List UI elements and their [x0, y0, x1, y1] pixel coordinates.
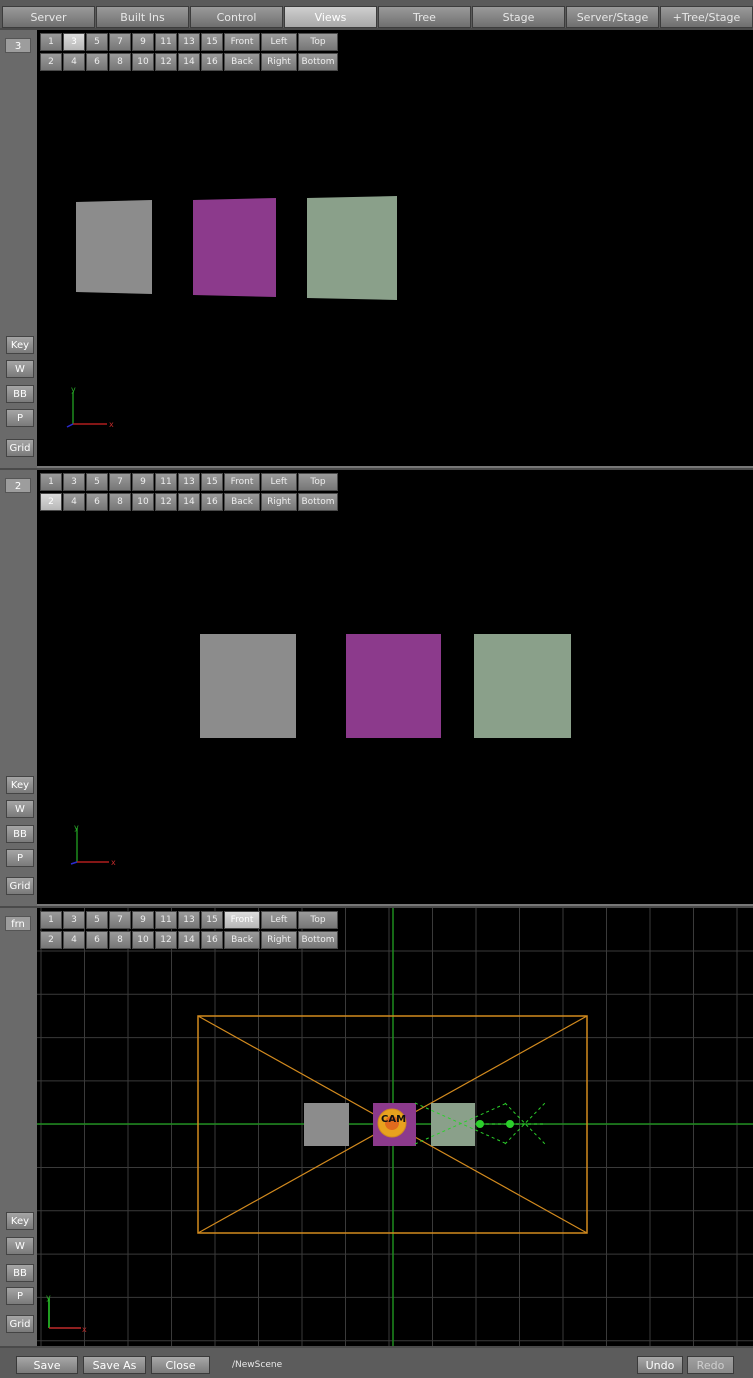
x-axis-label: x — [109, 420, 114, 429]
viewport-panel-1: 3 Key W BB P Grid 1 3 5 7 9 11 13 15 Front Left To… — [0, 30, 753, 468]
green-plane — [307, 196, 397, 300]
view-button[interactable]: Front — [224, 911, 260, 929]
y-axis-label: y — [46, 1293, 51, 1302]
bb-button[interactable]: BB — [6, 825, 34, 843]
view-button[interactable]: Back — [224, 931, 260, 949]
save-as-button[interactable]: Save As — [83, 1356, 146, 1374]
key-button[interactable]: Key — [6, 336, 34, 354]
footer-bar: Save Save As Close /NewScene Undo Redo — [0, 1348, 753, 1378]
save-button[interactable]: Save — [16, 1356, 78, 1374]
viewport-3-canvas[interactable]: CAM y x 1 3 5 7 9 11 13 15 Front Left Top 2 4 6 8 10 12 1… — [37, 908, 753, 1346]
view-button[interactable]: Right — [261, 931, 297, 949]
light-icon[interactable] — [476, 1120, 484, 1128]
bb-button[interactable]: BB — [6, 385, 34, 403]
purple-plane — [193, 198, 276, 297]
bb-button[interactable]: BB — [6, 1264, 34, 1282]
viewport-2-number[interactable]: 2 — [5, 478, 31, 493]
view-button[interactable]: Top — [298, 911, 338, 929]
y-axis-label: y — [71, 385, 76, 394]
viewport-1-sidebar: 3 Key W BB P Grid — [0, 30, 37, 468]
grid-button[interactable]: Grid — [6, 877, 34, 895]
view-button[interactable]: 9 — [132, 911, 154, 929]
viewport-1-canvas[interactable]: 1 3 5 7 9 11 13 15 Front Left Top 2 4 6 8 10 12 14 16 Back R… — [37, 30, 753, 468]
tab-views[interactable]: Views — [284, 6, 377, 28]
redo-button[interactable]: Redo — [687, 1356, 734, 1374]
x-axis-label: x — [111, 858, 116, 867]
view-selector: 1 3 5 7 9 11 13 15 Front Left Top 2 4 6 8 10 12 14 16 Back R… — [40, 911, 338, 949]
camera-label: CAM — [381, 1114, 406, 1125]
viewport-3-sidebar: frn Key W BB P Grid — [0, 908, 37, 1346]
light-icon[interactable] — [506, 1120, 514, 1128]
gray-plane — [76, 200, 152, 294]
gray-plane — [200, 634, 296, 738]
z-axis-line — [70, 861, 78, 865]
tab-server[interactable]: Server — [2, 6, 95, 28]
view-button[interactable]: 5 — [86, 911, 108, 929]
tab-bar: Server Built Ins Control Views Tree Stag… — [0, 0, 753, 28]
viewport-panel-3: frn Key W BB P Grid CAM y x 1 3 5 7 9 11… — [0, 908, 753, 1346]
view-button[interactable]: 3 — [63, 911, 85, 929]
w-button[interactable]: W — [6, 360, 34, 378]
view-button[interactable]: 13 — [178, 911, 200, 929]
view-button[interactable]: 12 — [155, 931, 177, 949]
view-button[interactable]: 16 — [201, 931, 223, 949]
z-axis-line — [66, 423, 74, 428]
view-button[interactable]: Left — [261, 911, 297, 929]
viewport-1-number[interactable]: 3 — [5, 38, 31, 53]
purple-plane — [346, 634, 441, 738]
viewport-panel-2: 2 Key W BB P Grid 1 3 5 7 9 11 13 15 Front Left To… — [0, 470, 753, 906]
w-button[interactable]: W — [6, 800, 34, 818]
viewport-1-scene: y x — [66, 196, 397, 429]
grid-button[interactable]: Grid — [6, 1315, 34, 1333]
p-button[interactable]: P — [6, 1287, 34, 1305]
grid-button[interactable]: Grid — [6, 439, 34, 457]
viewport-2-canvas[interactable]: 1 3 5 7 9 11 13 15 Front Left Top 2 4 6 8 10 12 14 16 Back R… — [37, 470, 753, 906]
x-axis-label: x — [82, 1325, 87, 1334]
green-plane — [474, 634, 571, 738]
view-button[interactable]: 2 — [40, 931, 62, 949]
view-button[interactable]: 11 — [155, 911, 177, 929]
tab-tree[interactable]: Tree — [378, 6, 471, 28]
close-button[interactable]: Close — [151, 1356, 210, 1374]
viewport-3-scene: CAM y x — [37, 908, 753, 1346]
view-button[interactable]: 6 — [86, 931, 108, 949]
view-button[interactable]: 15 — [201, 911, 223, 929]
tab-built-ins[interactable]: Built Ins — [96, 6, 189, 28]
p-button[interactable]: P — [6, 849, 34, 867]
view-button[interactable]: 1 — [40, 911, 62, 929]
viewport-3-number[interactable]: frn — [5, 916, 31, 931]
viewport-2-sidebar: 2 Key W BB P Grid — [0, 470, 37, 906]
key-button[interactable]: Key — [6, 1212, 34, 1230]
view-button[interactable]: 4 — [63, 931, 85, 949]
view-button[interactable]: 7 — [109, 911, 131, 929]
viewport-2-scene: y x — [70, 634, 571, 867]
green-plane — [431, 1103, 475, 1146]
view-button[interactable]: Bottom — [298, 931, 338, 949]
tab-control[interactable]: Control — [190, 6, 283, 28]
tab-server-stage[interactable]: Server/Stage — [566, 6, 659, 28]
tab-tree-stage[interactable]: +Tree/Stage — [660, 6, 753, 28]
tab-stage[interactable]: Stage — [472, 6, 565, 28]
undo-button[interactable]: Undo — [637, 1356, 683, 1374]
p-button[interactable]: P — [6, 409, 34, 427]
view-button[interactable]: 8 — [109, 931, 131, 949]
scene-path: /NewScene — [232, 1360, 283, 1370]
view-button[interactable]: 10 — [132, 931, 154, 949]
y-axis-label: y — [74, 823, 79, 832]
key-button[interactable]: Key — [6, 776, 34, 794]
gray-plane — [304, 1103, 349, 1146]
w-button[interactable]: W — [6, 1237, 34, 1255]
view-button[interactable]: 14 — [178, 931, 200, 949]
